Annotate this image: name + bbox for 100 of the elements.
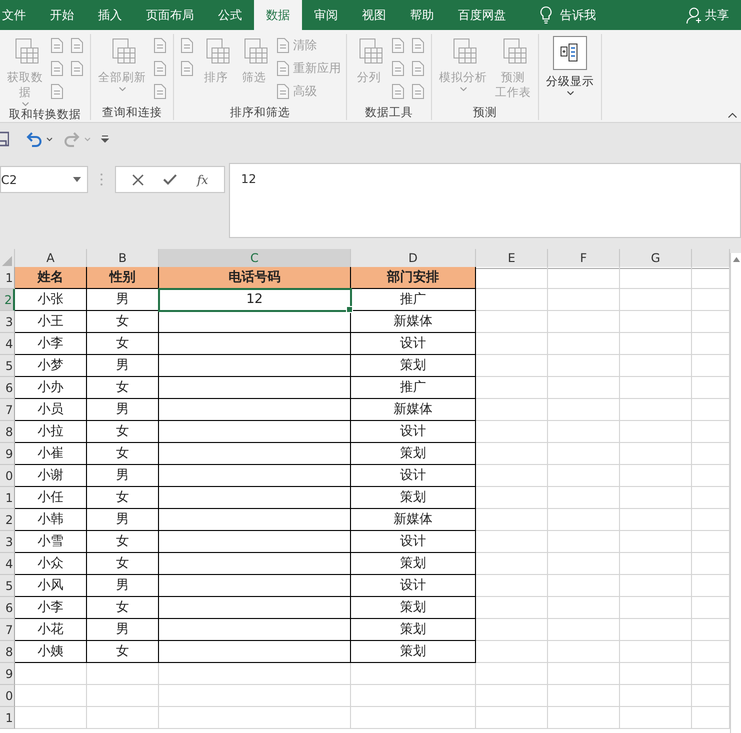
- group-label: 数据工具: [364, 104, 414, 120]
- row-header[interactable]: 0: [0, 465, 15, 487]
- empty-cell: [548, 509, 620, 531]
- column-header[interactable]: G: [620, 249, 692, 269]
- customize-icon[interactable]: [101, 135, 109, 143]
- ribbon-tab[interactable]: 帮助: [398, 0, 446, 30]
- empty-cell: [620, 685, 692, 707]
- ribbon-tab[interactable]: 开始: [38, 0, 86, 30]
- empty-cell: [620, 487, 692, 509]
- save-icon[interactable]: [0, 131, 9, 147]
- table-cell: 女: [87, 641, 159, 663]
- row-header[interactable]: 6: [0, 597, 15, 619]
- empty-cell: [548, 553, 620, 575]
- insert-function-button[interactable]: fx: [196, 172, 208, 186]
- row-header[interactable]: 1: [0, 707, 15, 729]
- document-icon: [410, 60, 426, 77]
- document-icon: [69, 37, 85, 54]
- close-icon[interactable]: [132, 174, 144, 186]
- ribbon-tab[interactable]: 百度网盘: [446, 0, 518, 30]
- empty-cell: [476, 663, 548, 685]
- table-cell: 推广: [351, 377, 476, 399]
- fill-handle[interactable]: [346, 306, 353, 313]
- table-cell: 设计: [351, 465, 476, 487]
- row-header[interactable]: 8: [0, 641, 15, 663]
- table-cell: 女: [87, 421, 159, 443]
- empty-cell: [620, 289, 692, 311]
- row-header[interactable]: 4: [0, 553, 15, 575]
- table-cell: 姓名: [15, 267, 87, 289]
- empty-cell: [620, 597, 692, 619]
- row-header[interactable]: 0: [0, 685, 15, 707]
- ribbon-tab[interactable]: 文件: [0, 0, 38, 30]
- empty-cell: [87, 663, 159, 685]
- table-cell: 策划: [351, 553, 476, 575]
- empty-cell: [476, 619, 548, 641]
- row-header[interactable]: 5: [0, 575, 15, 597]
- document-icon: [49, 37, 65, 54]
- empty-cell: [620, 531, 692, 553]
- empty-cell: [548, 685, 620, 707]
- collapse-icon[interactable]: [728, 113, 737, 118]
- row-header[interactable]: 4: [0, 333, 15, 355]
- table-cell: 女: [87, 553, 159, 575]
- empty-cell: [476, 707, 548, 729]
- name-box[interactable]: C2: [0, 166, 88, 193]
- row-header[interactable]: 2: [0, 509, 15, 531]
- table-cell: 男: [87, 619, 159, 641]
- empty-cell: [548, 663, 620, 685]
- dropdown-arrow-icon: [73, 177, 81, 182]
- table-cell: 小张: [15, 289, 87, 311]
- row-header[interactable]: 6: [0, 377, 15, 399]
- row-header[interactable]: 1: [0, 267, 15, 289]
- table-cell: 小谢: [15, 465, 87, 487]
- ribbon-tab[interactable]: 数据: [254, 0, 302, 30]
- formula-input[interactable]: 12: [229, 163, 741, 238]
- table-cell: 策划: [351, 641, 476, 663]
- table-cell: 女: [87, 333, 159, 355]
- redo-icon[interactable]: [63, 131, 91, 147]
- empty-cell: [620, 707, 692, 729]
- empty-cell: [476, 685, 548, 707]
- empty-cell: [87, 685, 159, 707]
- undo-icon[interactable]: [25, 131, 53, 147]
- row-header[interactable]: 9: [0, 663, 15, 685]
- row-header[interactable]: 7: [0, 619, 15, 641]
- ribbon-tab[interactable]: 审阅: [302, 0, 350, 30]
- table-cell: 策划: [351, 355, 476, 377]
- document-icon: [49, 60, 65, 77]
- empty-cell: [620, 509, 692, 531]
- row-header[interactable]: 9: [0, 443, 15, 465]
- table-cell: 部门安排: [351, 267, 476, 289]
- ribbon-tab[interactable]: 视图: [350, 0, 398, 30]
- vertical-scrollbar[interactable]: [730, 253, 741, 733]
- row-header[interactable]: 8: [0, 421, 15, 443]
- table-cell: 女: [87, 443, 159, 465]
- ribbon-tab[interactable]: 公式: [206, 0, 254, 30]
- empty-cell: [548, 707, 620, 729]
- tell-me-button[interactable]: 告诉我: [540, 0, 596, 30]
- scroll-up-icon[interactable]: [732, 257, 740, 262]
- row-header[interactable]: 2: [0, 289, 15, 311]
- active-cell: 12: [159, 289, 351, 311]
- empty-cell: [548, 421, 620, 443]
- share-button[interactable]: 共享: [686, 0, 729, 30]
- column-header[interactable]: C: [159, 249, 351, 269]
- ribbon-button[interactable]: 分级显示: [544, 34, 596, 120]
- empty-cell: [476, 509, 548, 531]
- document-icon: [410, 37, 426, 54]
- row-header[interactable]: 5: [0, 355, 15, 377]
- empty-cell: [476, 531, 548, 553]
- row-header[interactable]: 3: [0, 531, 15, 553]
- lightbulb-icon: [540, 6, 552, 24]
- row-header[interactable]: 7: [0, 399, 15, 421]
- document-icon: [69, 60, 85, 77]
- checkmark-icon[interactable]: [163, 174, 178, 185]
- column-header[interactable]: E: [476, 249, 548, 269]
- row-header[interactable]: 3: [0, 311, 15, 333]
- table-cell: 男: [87, 509, 159, 531]
- ribbon-tab[interactable]: 插入: [86, 0, 134, 30]
- ribbon-tab[interactable]: 页面布局: [134, 0, 206, 30]
- row-header[interactable]: 1: [0, 487, 15, 509]
- column-header[interactable]: F: [548, 249, 620, 269]
- splitter-icon[interactable]: [100, 173, 103, 186]
- document-icon: [275, 37, 291, 54]
